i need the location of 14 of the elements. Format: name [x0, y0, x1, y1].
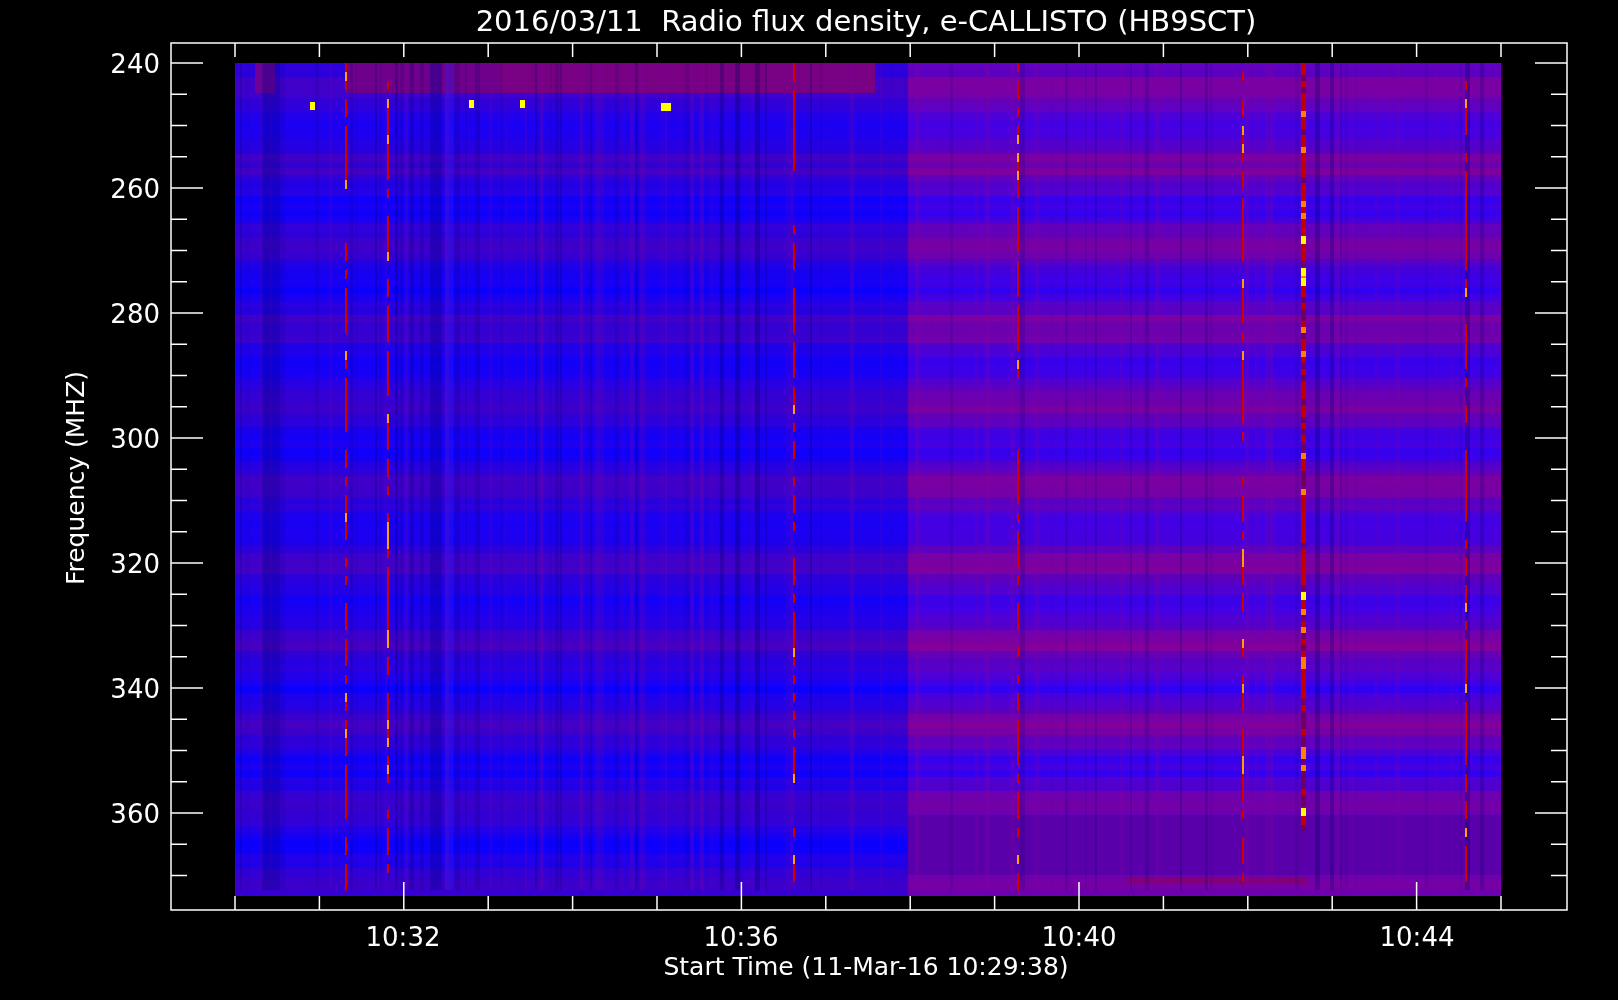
x-tick-label: 10:40 — [1041, 922, 1117, 952]
x-tick-label: 10:36 — [703, 922, 779, 952]
y-axis-label: Frequency (MHZ) — [61, 370, 90, 586]
x-tick-label: 10:44 — [1379, 922, 1455, 952]
x-tick-label: 10:32 — [365, 922, 441, 952]
y-tick-label: 300 — [110, 424, 160, 454]
chart-title: 2016/03/11 Radio flux density, e-CALLISTO (HB9SCT) — [475, 4, 1257, 38]
y-tick-label: 340 — [110, 674, 160, 704]
y-tick-label: 260 — [110, 174, 160, 204]
x-axis-label: Start Time (11-Mar-16 10:29:38) — [663, 952, 1069, 981]
y-tick-label: 360 — [110, 799, 160, 829]
y-tick-label: 280 — [110, 299, 160, 329]
y-tick-label: 240 — [110, 49, 160, 79]
y-tick-label: 320 — [110, 549, 160, 579]
